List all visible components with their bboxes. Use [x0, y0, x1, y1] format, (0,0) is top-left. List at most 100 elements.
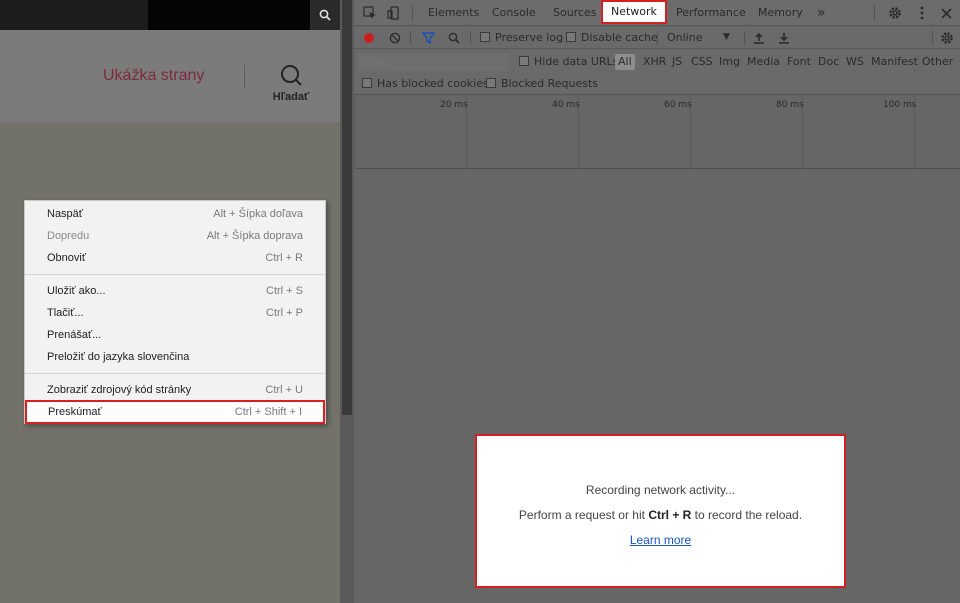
menu-separator [25, 373, 325, 374]
toolbar-divider [470, 31, 471, 45]
empty-state-hint: Perform a request or hit Ctrl + R to rec… [477, 508, 844, 522]
toolbar-divider [410, 31, 411, 45]
type-filter-xhr[interactable]: XHR [643, 55, 666, 68]
type-filter-other[interactable]: Other [922, 55, 953, 68]
recording-empty-state: Recording network activity... Perform a … [475, 434, 846, 588]
menu-item-label: Tlačiť... [47, 307, 84, 319]
menu-item-inspect[interactable]: Preskúmať Ctrl + Shift + I [25, 400, 325, 424]
menu-item-back[interactable]: Naspäť Alt + Šípka doľava [25, 203, 325, 225]
settings-gear-icon[interactable] [887, 5, 903, 21]
menu-item-reload[interactable]: Obnoviť Ctrl + R [25, 247, 325, 269]
type-filter-doc[interactable]: Doc [818, 55, 839, 68]
type-filter-all[interactable]: All [615, 54, 635, 70]
toolbar-divider [657, 31, 658, 45]
blocked-filter-row: Has blocked cookies Blocked Requests [354, 73, 960, 95]
checkbox-box[interactable] [519, 56, 529, 66]
checkbox-box[interactable] [566, 32, 576, 42]
clear-icon[interactable] [387, 30, 403, 46]
menu-item-view-source[interactable]: Zobraziť zdrojový kód stránky Ctrl + U [25, 379, 325, 401]
search-icon[interactable] [446, 30, 462, 46]
type-filter-img[interactable]: Img [719, 55, 740, 68]
kebab-menu-icon[interactable] [914, 5, 930, 21]
tab-elements[interactable]: Elements [428, 0, 479, 26]
header-search-button[interactable]: Hľadať [270, 64, 312, 103]
timeline-tick-label: 80 ms [776, 100, 804, 110]
tab-memory[interactable]: Memory [758, 0, 803, 26]
type-filter-media[interactable]: Media [747, 55, 780, 68]
timeline-gridline [355, 95, 356, 169]
menu-item-label: Preložiť do jazyka slovenčina [47, 351, 190, 363]
menu-item-label: Dopredu [47, 230, 90, 242]
toolbar-divider [412, 5, 413, 21]
menu-item-shortcut: Alt + Šípka doprava [206, 230, 303, 242]
tab-network[interactable]: Network [601, 0, 667, 24]
scrollbar-thumb[interactable] [342, 0, 352, 415]
hint-text: to record the reload. [694, 508, 803, 522]
export-har-icon[interactable] [776, 30, 792, 46]
menu-item-cast[interactable]: Prenášať... [25, 324, 325, 346]
throttling-select[interactable]: Online [667, 31, 702, 44]
timeline-tick-label: 100 ms [883, 100, 917, 110]
checkbox-label: Disable cache [581, 31, 658, 44]
preserve-log-checkbox[interactable]: Preserve log [480, 31, 563, 44]
menu-item-label: Uložiť ako... [47, 285, 106, 297]
timeline-tick-label: 20 ms [440, 100, 468, 110]
menu-item-print[interactable]: Tlačiť... Ctrl + P [25, 302, 325, 324]
device-toolbar-icon[interactable] [386, 5, 402, 21]
menu-item-label: Preskúmať [48, 406, 102, 418]
type-filter-js[interactable]: JS [672, 55, 682, 68]
hint-text: Perform a request or hit [518, 508, 645, 522]
type-filter-ws[interactable]: WS [846, 55, 864, 68]
empty-state-title: Recording network activity... [585, 483, 736, 497]
checkbox-box[interactable] [362, 78, 372, 88]
tab-console[interactable]: Console [492, 0, 536, 26]
page-scrollbar[interactable] [340, 0, 354, 603]
checkbox-label: Hide data URLs [534, 55, 619, 68]
inspect-element-icon[interactable] [362, 5, 378, 21]
top-search-icon[interactable] [310, 0, 340, 30]
import-har-icon[interactable] [751, 30, 767, 46]
page-top-search-field[interactable] [148, 0, 310, 30]
more-tabs-button[interactable]: » [817, 0, 826, 26]
menu-item-label: Naspäť [47, 208, 83, 220]
site-title[interactable]: Ukážka strany [103, 67, 204, 85]
menu-item-save-as[interactable]: Uložiť ako... Ctrl + S [25, 280, 325, 302]
record-icon[interactable] [361, 30, 377, 46]
toolbar-divider [744, 31, 745, 45]
tab-sources[interactable]: Sources [553, 0, 597, 26]
checkbox-label: Has blocked cookies [377, 77, 489, 90]
type-filter-font[interactable]: Font [787, 55, 811, 68]
learn-more-link[interactable]: Learn more [477, 533, 844, 547]
type-filter-manifest[interactable]: Manifest [871, 55, 918, 68]
toolbar-divider [874, 5, 875, 21]
toolbar-divider [932, 31, 933, 45]
menu-item-translate[interactable]: Preložiť do jazyka slovenčina [25, 346, 325, 368]
network-request-area: Recording network activity... Perform a … [354, 170, 960, 603]
network-toolbar: Preserve log Disable cache Online ▼ [354, 27, 960, 49]
checkbox-label: Blocked Requests [501, 77, 599, 90]
menu-item-label: Prenášať... [47, 329, 102, 341]
network-overview-timeline[interactable]: 20 ms 40 ms 60 ms 80 ms 100 ms [354, 95, 960, 169]
type-filter-css[interactable]: CSS [691, 55, 713, 68]
chevron-down-icon[interactable]: ▼ [723, 32, 730, 42]
menu-item-shortcut: Ctrl + P [266, 307, 303, 319]
header-divider [244, 65, 245, 89]
has-blocked-cookies-checkbox[interactable]: Has blocked cookies [362, 77, 489, 90]
hide-data-urls-checkbox[interactable]: Hide data URLs [519, 55, 618, 68]
search-icon [281, 65, 302, 86]
close-devtools-icon[interactable] [938, 5, 954, 21]
checkbox-box[interactable] [480, 32, 490, 42]
timeline-tick-label: 60 ms [664, 100, 692, 110]
disable-cache-checkbox[interactable]: Disable cache [566, 31, 658, 44]
context-menu: Naspäť Alt + Šípka doľava Dopredu Alt + … [24, 200, 326, 424]
network-settings-gear-icon[interactable] [939, 30, 955, 46]
tab-performance[interactable]: Performance [676, 0, 746, 26]
checkbox-label: Preserve log [495, 31, 564, 44]
filter-bar: Hide data URLs All XHR JS CSS Img Media … [354, 50, 960, 73]
blocked-requests-checkbox[interactable]: Blocked Requests [486, 77, 598, 90]
checkbox-box[interactable] [486, 78, 496, 88]
filter-input[interactable] [358, 53, 508, 71]
throttling-value: Online [667, 31, 703, 44]
filter-icon[interactable] [420, 30, 436, 46]
menu-item-shortcut: Ctrl + S [266, 285, 303, 297]
